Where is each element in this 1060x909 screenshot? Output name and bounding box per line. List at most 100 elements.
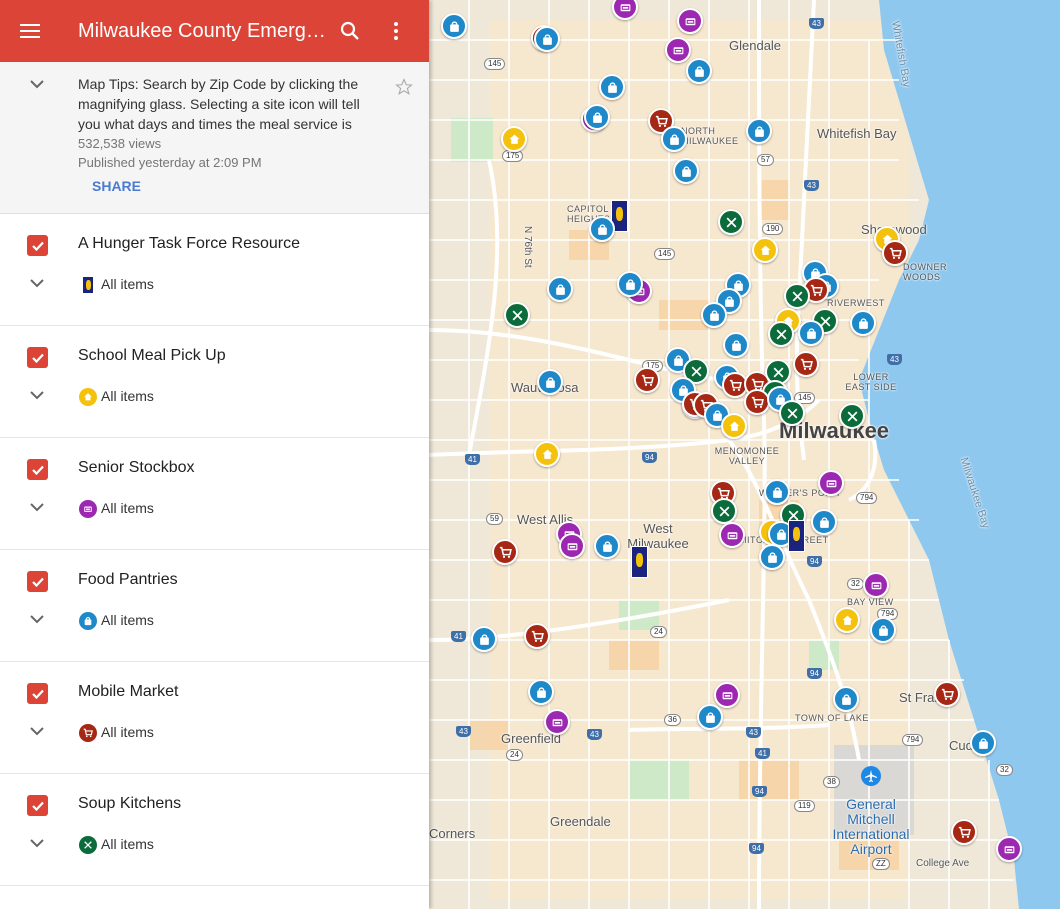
map-marker[interactable] — [784, 283, 810, 309]
layer-items-label[interactable]: All items — [101, 276, 154, 292]
map-marker[interactable] — [850, 310, 876, 336]
layer-title[interactable]: Food Pantries — [78, 571, 178, 589]
airport-icon[interactable] — [861, 766, 881, 786]
stockbox-icon — [79, 500, 97, 518]
menu-button[interactable] — [0, 0, 60, 62]
more-options-button[interactable] — [373, 0, 419, 62]
map-marker[interactable] — [544, 709, 570, 735]
layer-group: Food Pantries All items — [0, 550, 429, 662]
map-marker[interactable] — [661, 126, 687, 152]
map-marker[interactable] — [833, 686, 859, 712]
map-marker[interactable] — [759, 544, 785, 570]
map-marker[interactable] — [524, 623, 550, 649]
layer-title[interactable]: School Meal Pick Up — [78, 347, 226, 365]
map-marker[interactable] — [768, 321, 794, 347]
map-marker[interactable] — [811, 509, 837, 535]
chevron-down-icon[interactable] — [28, 500, 46, 518]
layer-visibility-checkbox[interactable] — [27, 571, 48, 592]
map-marker[interactable] — [631, 546, 648, 578]
layer-title[interactable]: Senior Stockbox — [78, 459, 195, 477]
map-marker[interactable] — [441, 13, 467, 39]
chevron-down-icon[interactable] — [28, 724, 46, 742]
map-marker[interactable] — [718, 209, 744, 235]
chevron-down-icon[interactable] — [28, 612, 46, 630]
map-marker[interactable] — [594, 533, 620, 559]
map-marker[interactable] — [534, 26, 560, 52]
school-icon — [541, 448, 554, 461]
map-marker[interactable] — [547, 276, 573, 302]
layer-title[interactable]: A Hunger Task Force Resource — [78, 235, 300, 253]
map-marker[interactable] — [818, 470, 844, 496]
map-marker[interactable] — [839, 403, 865, 429]
layer-title[interactable]: Soup Kitchens — [78, 795, 181, 813]
map-marker[interactable] — [599, 74, 625, 100]
chevron-down-icon[interactable] — [28, 78, 46, 90]
layer-visibility-checkbox[interactable] — [27, 235, 48, 256]
map-marker[interactable] — [504, 302, 530, 328]
layer-visibility-checkbox[interactable] — [27, 795, 48, 816]
map-marker[interactable] — [673, 158, 699, 184]
layer-items-label[interactable]: All items — [101, 836, 154, 852]
map-marker[interactable] — [752, 237, 778, 263]
map-marker[interactable] — [492, 539, 518, 565]
chevron-down-icon[interactable] — [28, 388, 46, 406]
map-marker[interactable] — [744, 389, 770, 415]
map-marker[interactable] — [697, 704, 723, 730]
map-marker[interactable] — [534, 441, 560, 467]
map-marker[interactable] — [617, 271, 643, 297]
map-marker[interactable] — [719, 522, 745, 548]
chevron-down-icon[interactable] — [28, 836, 46, 854]
map-marker[interactable] — [779, 400, 805, 426]
map-marker[interactable] — [677, 8, 703, 34]
layer-visibility-checkbox[interactable] — [27, 459, 48, 480]
search-button[interactable] — [327, 0, 373, 62]
map-marker[interactable] — [665, 37, 691, 63]
layer-items-label[interactable]: All items — [101, 612, 154, 628]
layer-items-label[interactable]: All items — [101, 500, 154, 516]
map-marker[interactable] — [528, 679, 554, 705]
layer-visibility-checkbox[interactable] — [27, 683, 48, 704]
map-marker[interactable] — [559, 533, 585, 559]
shopping-cart-icon — [641, 374, 654, 387]
layer-title[interactable]: Mobile Market — [78, 683, 178, 701]
map-marker[interactable] — [798, 320, 824, 346]
map-marker[interactable] — [471, 626, 497, 652]
map-marker[interactable] — [834, 607, 860, 633]
pantry-bag-icon — [693, 65, 706, 78]
map-marker[interactable] — [714, 682, 740, 708]
map-marker[interactable] — [970, 730, 996, 756]
map-marker[interactable] — [882, 240, 908, 266]
map-marker[interactable] — [863, 572, 889, 598]
chevron-down-icon[interactable] — [28, 276, 46, 294]
share-button[interactable]: SHARE — [92, 178, 141, 194]
map-marker[interactable] — [634, 367, 660, 393]
map-marker[interactable] — [701, 302, 727, 328]
layer-items-label[interactable]: All items — [101, 724, 154, 740]
map-marker[interactable] — [584, 104, 610, 130]
map-canvas[interactable]: Glendale Whitefish Bay Shorewood Wauwato… — [429, 0, 1060, 909]
map-marker[interactable] — [501, 126, 527, 152]
map-marker[interactable] — [793, 351, 819, 377]
map-marker[interactable] — [996, 836, 1022, 862]
layer-visibility-checkbox[interactable] — [27, 347, 48, 368]
map-marker[interactable] — [537, 369, 563, 395]
map-marker[interactable] — [589, 216, 615, 242]
pantry-bag-icon — [704, 711, 717, 724]
map-marker[interactable] — [746, 118, 772, 144]
map-marker[interactable] — [686, 58, 712, 84]
view-count: 532,538 views — [78, 136, 162, 151]
map-marker[interactable] — [764, 479, 790, 505]
map-marker[interactable] — [711, 498, 737, 524]
star-icon[interactable] — [395, 78, 413, 96]
pantry-bag-icon — [544, 376, 557, 389]
map-marker[interactable] — [951, 819, 977, 845]
map-marker[interactable] — [721, 413, 747, 439]
fork-knife-icon — [775, 328, 788, 341]
map-marker[interactable] — [723, 332, 749, 358]
map-marker[interactable] — [870, 617, 896, 643]
map-marker[interactable] — [788, 520, 805, 552]
layer-group: A Hunger Task Force Resource All items — [0, 214, 429, 326]
shopping-cart-icon — [800, 358, 813, 371]
layer-items-label[interactable]: All items — [101, 388, 154, 404]
map-marker[interactable] — [934, 681, 960, 707]
